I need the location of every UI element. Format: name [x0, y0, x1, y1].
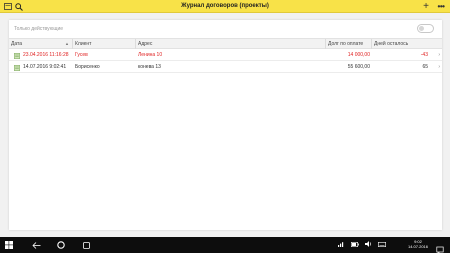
- battery-icon[interactable]: [351, 241, 359, 249]
- system-tray: [338, 241, 387, 249]
- app-screen: Журнал договоров (проекты) + ••• Только …: [0, 0, 450, 253]
- column-header-date[interactable]: Дата ▲: [9, 39, 73, 49]
- notification-icon[interactable]: [436, 241, 444, 253]
- cell-debt: 55 600,00: [347, 64, 370, 70]
- app-header: Журнал договоров (проекты) + •••: [0, 0, 450, 13]
- windows-icon[interactable]: [4, 237, 14, 253]
- cell-days-left: -43: [420, 52, 428, 58]
- page-title: Журнал договоров (проекты): [181, 3, 269, 9]
- keyboard-icon[interactable]: [378, 241, 387, 249]
- active-only-label: Только действующие: [14, 26, 64, 32]
- cell-address: Ленина 10: [138, 52, 163, 58]
- cell-days-left: 65: [422, 64, 428, 70]
- home-icon[interactable]: [55, 237, 67, 253]
- system-clock[interactable]: 9:02 14.07.2016: [406, 239, 430, 249]
- task-view-icon[interactable]: [80, 237, 92, 253]
- sort-ascending-icon: ▲: [65, 41, 69, 46]
- contracts-table: Дата ▲ Клиент Адрес Долг по оплате Дней …: [9, 38, 442, 73]
- volume-icon[interactable]: [365, 241, 372, 249]
- more-icon[interactable]: •••: [435, 1, 447, 12]
- column-header-debt[interactable]: Долг по оплате: [326, 39, 372, 49]
- taskbar: 9:02 14.07.2016: [0, 237, 450, 253]
- cell-client: Борисенко: [75, 64, 100, 70]
- clock-date: 14.07.2016: [407, 244, 429, 249]
- document-icon: [14, 52, 20, 59]
- cell-address: конева 13: [138, 64, 161, 70]
- cell-client: Гусев: [75, 52, 88, 58]
- filter-row: Только действующие: [9, 20, 442, 38]
- contracts-panel: Только действующие Дата ▲ Клиент Адрес Д…: [9, 20, 442, 230]
- chevron-right-icon[interactable]: ›: [438, 61, 440, 73]
- column-header-client[interactable]: Клиент: [73, 39, 136, 49]
- toggle-knob: [419, 26, 424, 31]
- document-icon: [14, 64, 20, 71]
- chevron-right-icon[interactable]: ›: [438, 49, 440, 61]
- cell-debt: 14 000,00: [347, 52, 370, 58]
- cell-date: 14.07.2016 9:02:41: [23, 64, 67, 70]
- cell-date: 23.04.2016 11:16:28: [23, 52, 69, 58]
- active-only-toggle[interactable]: [417, 24, 434, 33]
- back-icon[interactable]: [30, 237, 42, 253]
- table-header: Дата ▲ Клиент Адрес Долг по оплате Дней …: [9, 38, 442, 49]
- table-row[interactable]: 23.04.2016 11:16:28 Гусев Ленина 10 14 0…: [9, 49, 442, 61]
- column-header-address[interactable]: Адрес: [136, 39, 326, 49]
- plus-icon[interactable]: +: [421, 1, 431, 12]
- table-row[interactable]: 14.07.2016 9:02:41 Борисенко конева 13 5…: [9, 61, 442, 73]
- column-header-days-left[interactable]: Дней осталось: [372, 39, 442, 49]
- network-icon[interactable]: [338, 241, 345, 249]
